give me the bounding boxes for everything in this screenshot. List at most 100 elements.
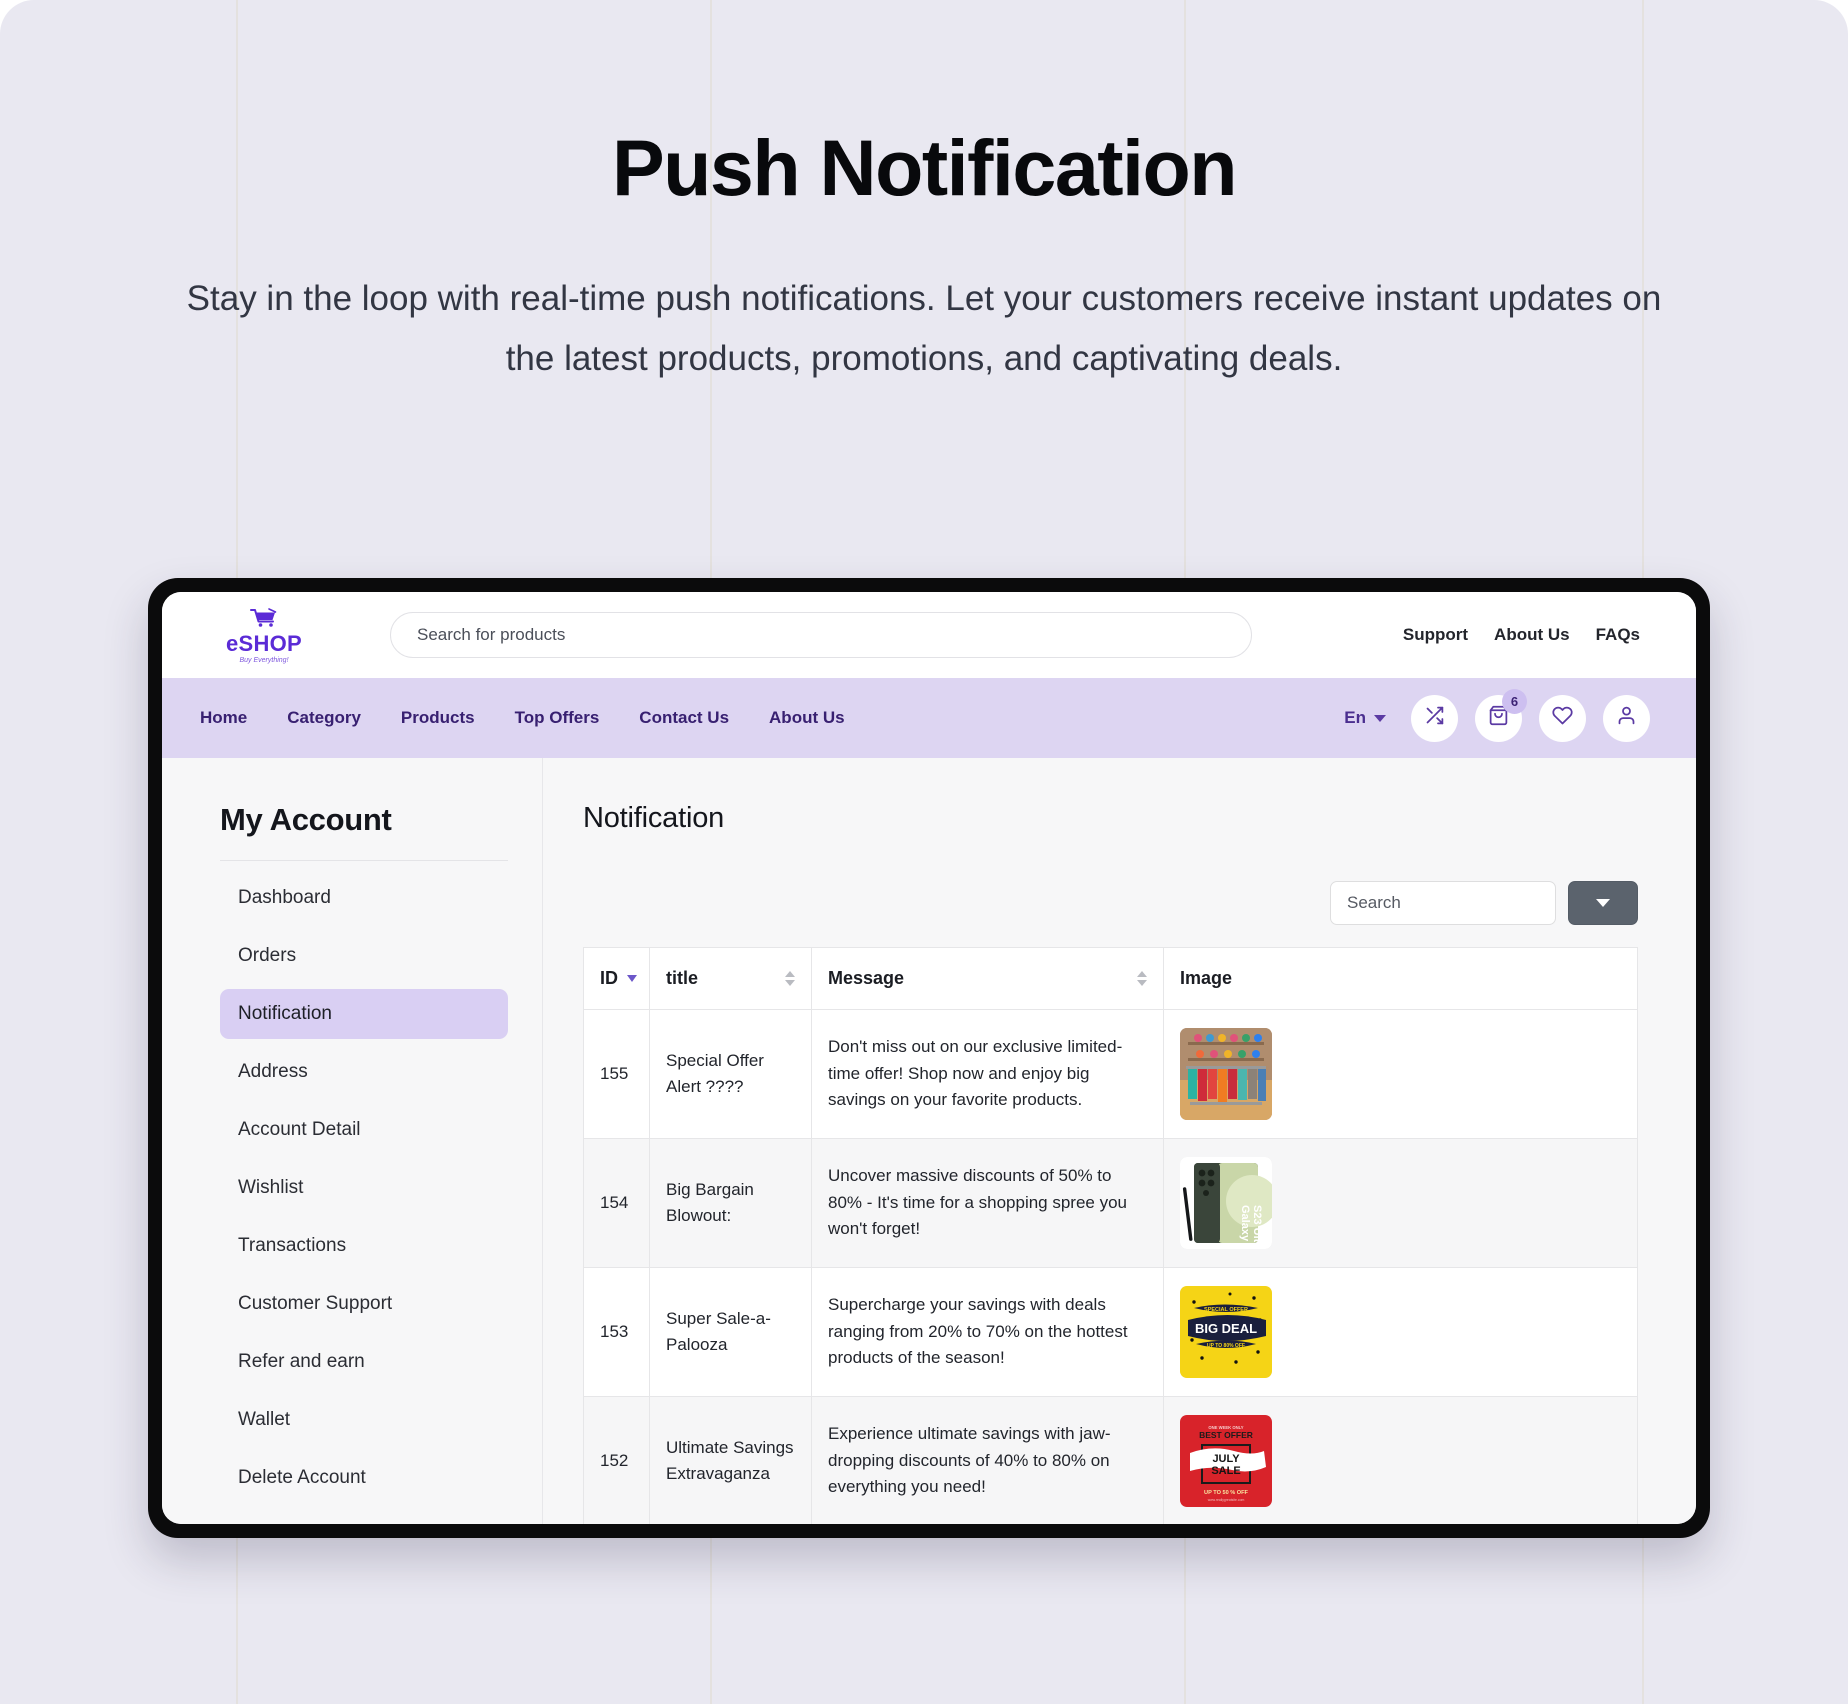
sidebar-item-wishlist[interactable]: Wishlist — [220, 1163, 508, 1213]
compare-button[interactable] — [1411, 694, 1458, 742]
cell-message: Don't miss out on our exclusive limited-… — [811, 1009, 1164, 1139]
sort-toggle-icon — [785, 971, 795, 986]
cart-button[interactable]: 6 — [1475, 688, 1527, 742]
notification-table-wrapper: ID title Message Image 155 Special Offer… — [583, 947, 1638, 1524]
nav-item-category[interactable]: Category — [287, 708, 361, 728]
svg-text:www.reallygreatsite.com: www.reallygreatsite.com — [1208, 1498, 1245, 1502]
table-search-input[interactable] — [1330, 881, 1556, 925]
cell-image: Galaxy S23 Ultra — [1163, 1138, 1638, 1268]
sort-descending-icon — [627, 975, 637, 982]
big-deal-banner-thumbnail: SPECIAL OFFER BIG DEAL UP TO 80% OFF — [1180, 1286, 1272, 1378]
main-navigation: Home Category Products Top Offers Contac… — [162, 678, 1696, 758]
brand-logo[interactable]: eSHOP Buy Everything! — [198, 607, 330, 664]
svg-text:Galaxy: Galaxy — [1239, 1205, 1251, 1242]
nav-item-contact-us[interactable]: Contact Us — [639, 708, 729, 728]
cell-title: Big Bargain Blowout: — [649, 1138, 812, 1268]
july-sale-banner-thumbnail: ONE WEEK ONLY BEST OFFER JULY SALE UP TO… — [1180, 1415, 1272, 1507]
page-title: Push Notification — [611, 123, 1238, 212]
page-subtitle: Stay in the loop with real-time push not… — [186, 279, 1662, 379]
svg-text:UP TO 80% OFF: UP TO 80% OFF — [1207, 1343, 1245, 1349]
sidebar-item-notification[interactable]: Notification — [220, 989, 508, 1039]
cell-title: Special Offer Alert ???? — [649, 1009, 812, 1139]
clothing-rack-thumbnail — [1180, 1028, 1272, 1120]
compare-icon — [1424, 705, 1445, 731]
sidebar-item-customer-support[interactable]: Customer Support — [220, 1279, 508, 1329]
svg-text:SALE: SALE — [1211, 1465, 1240, 1477]
language-selector[interactable]: En — [1344, 708, 1386, 728]
account-button[interactable] — [1603, 694, 1650, 742]
faqs-link[interactable]: FAQs — [1596, 625, 1640, 645]
nav-item-home[interactable]: Home — [200, 708, 247, 728]
panel-title: Notification — [583, 802, 725, 834]
page-root: Push Notification Stay in the loop with … — [0, 0, 1848, 1704]
column-label-title: title — [666, 968, 699, 988]
sidebar-item-address[interactable]: Address — [220, 1047, 508, 1097]
svg-text:BEST OFFER: BEST OFFER — [1199, 1430, 1253, 1440]
svg-text:SPECIAL OFFER: SPECIAL OFFER — [1204, 1307, 1248, 1313]
cell-id: 153 — [583, 1267, 650, 1397]
table-body: 155 Special Offer Alert ???? Don't miss … — [583, 1009, 1638, 1524]
about-us-link[interactable]: About Us — [1494, 625, 1570, 645]
table-row[interactable]: 154 Big Bargain Blowout: Uncover massive… — [583, 1138, 1638, 1268]
nav-item-about-us[interactable]: About Us — [769, 708, 845, 728]
product-search-wrapper — [390, 612, 1252, 658]
tablet-device-frame: eSHOP Buy Everything! Support About Us F… — [148, 578, 1710, 1538]
cell-title: Super Sale-a-Palooza — [649, 1267, 812, 1397]
user-icon — [1616, 705, 1637, 731]
cell-id: 154 — [583, 1138, 650, 1268]
notification-table: ID title Message Image 155 Special Offer… — [583, 947, 1638, 1524]
sidebar-item-transactions[interactable]: Transactions — [220, 1221, 508, 1271]
product-search-input[interactable] — [390, 612, 1252, 658]
nav-actions: En 6 — [1344, 688, 1650, 742]
table-row[interactable]: 152 Ultimate Savings Extravaganza Experi… — [583, 1396, 1638, 1524]
cell-id: 152 — [583, 1396, 650, 1524]
hero-section: Push Notification Stay in the loop with … — [0, 0, 1848, 389]
sidebar-item-delete-account[interactable]: Delete Account — [220, 1453, 508, 1503]
cell-image: ONE WEEK ONLY BEST OFFER JULY SALE UP TO… — [1163, 1396, 1638, 1524]
sort-toggle-icon — [1137, 971, 1147, 986]
support-link[interactable]: Support — [1403, 625, 1468, 645]
column-header-image[interactable]: Image — [1163, 947, 1638, 1010]
svg-text:JULY: JULY — [1212, 1453, 1240, 1465]
table-header-row: ID title Message Image — [583, 947, 1638, 1010]
brand-tagline: Buy Everything! — [239, 656, 289, 664]
table-row[interactable]: 153 Super Sale-a-Palooza Supercharge you… — [583, 1267, 1638, 1397]
wishlist-button[interactable] — [1539, 694, 1586, 742]
galaxy-phone-thumbnail: Galaxy S23 Ultra — [1180, 1157, 1272, 1249]
sidebar-item-logout[interactable]: Logout — [220, 1511, 508, 1524]
table-row[interactable]: 155 Special Offer Alert ???? Don't miss … — [583, 1009, 1638, 1139]
cell-title: Ultimate Savings Extravaganza — [649, 1396, 812, 1524]
svg-text:S23 Ultra: S23 Ultra — [1251, 1205, 1263, 1249]
table-head: ID title Message Image — [583, 947, 1638, 1010]
svg-text:BIG DEAL: BIG DEAL — [1195, 1321, 1257, 1336]
column-label-id: ID — [600, 968, 618, 988]
column-label-image: Image — [1180, 968, 1233, 988]
sidebar-item-orders[interactable]: Orders — [220, 931, 508, 981]
notification-panel: Notification Search ID title Message Ima… — [542, 758, 1696, 1524]
nav-item-top-offers[interactable]: Top Offers — [515, 708, 600, 728]
nav-links: Home Category Products Top Offers Contac… — [200, 708, 845, 728]
chevron-down-icon — [1374, 714, 1386, 722]
sidebar-item-dashboard[interactable]: Dashboard — [220, 873, 508, 923]
sidebar-title: My Account — [220, 802, 508, 861]
language-label: En — [1344, 708, 1366, 727]
cart-count-badge: 6 — [1502, 688, 1527, 714]
sidebar-item-refer-and-earn[interactable]: Refer and earn — [220, 1337, 508, 1387]
cell-message: Experience ultimate savings with jaw-dro… — [811, 1396, 1164, 1524]
column-label-message: Message — [828, 968, 905, 988]
cell-message: Supercharge your savings with deals rang… — [811, 1267, 1164, 1397]
sidebar-item-account-detail[interactable]: Account Detail — [220, 1105, 508, 1155]
sidebar-item-wallet[interactable]: Wallet — [220, 1395, 508, 1445]
nav-item-products[interactable]: Products — [401, 708, 475, 728]
column-header-title[interactable]: title — [649, 947, 812, 1010]
column-header-id[interactable]: ID — [583, 947, 650, 1010]
cell-id: 155 — [583, 1009, 650, 1139]
utility-links: Support About Us FAQs — [1403, 625, 1640, 645]
heart-icon — [1552, 705, 1573, 731]
column-header-message[interactable]: Message — [811, 947, 1164, 1010]
table-options-dropdown-button[interactable] — [1568, 881, 1638, 925]
cell-image — [1163, 1009, 1638, 1139]
shopping-cart-icon — [249, 607, 279, 632]
device-screen: eSHOP Buy Everything! Support About Us F… — [162, 592, 1696, 1524]
sidebar-menu: Dashboard Orders Notification Address Ac… — [220, 873, 508, 1524]
